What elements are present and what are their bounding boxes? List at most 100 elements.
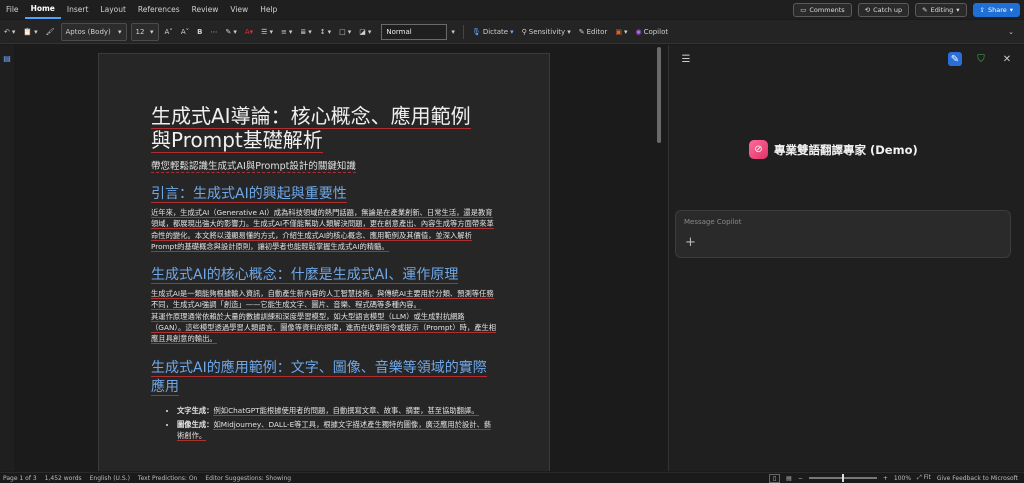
- style-select[interactable]: Normal: [381, 23, 448, 40]
- editor-button[interactable]: ✎ Editor: [575, 23, 612, 41]
- doc-subtitle: 帶您輕鬆認識生成式AI與Prompt設計的關鍵知識: [151, 158, 356, 173]
- font-color-button[interactable]: A▾: [241, 23, 257, 41]
- text-predictions[interactable]: Text Predictions: On: [138, 475, 197, 482]
- comments-button[interactable]: ▭ Comments: [793, 2, 852, 17]
- read-mode-icon[interactable]: ▯: [768, 473, 781, 483]
- paragraph-text: 其運作原理通常依賴於大量的數據訓練和深度學習模型，如大型語言模型（LLM）或生成…: [151, 311, 497, 345]
- undo-button[interactable]: ↶ ▾: [0, 23, 19, 41]
- borders-button[interactable]: □ ▾: [335, 23, 355, 41]
- editor-label: Editor: [586, 27, 608, 36]
- sensitivity-label: Sensitivity: [528, 27, 566, 36]
- zoom-level[interactable]: 100%: [894, 475, 911, 482]
- shading-button[interactable]: ◪ ▾: [355, 23, 375, 41]
- align-icon: ≣: [300, 27, 307, 36]
- chevron-down-icon: ▾: [1009, 5, 1013, 14]
- bucket-icon: ◪: [359, 27, 366, 36]
- list-item-label: 文字生成：: [177, 405, 214, 415]
- catchup-button[interactable]: ⟲ Catch up: [857, 2, 910, 17]
- align-button[interactable]: ≣ ▾: [296, 23, 315, 41]
- editing-button[interactable]: ✎ Editing ▾: [915, 2, 967, 17]
- menu-icon[interactable]: ☰: [679, 52, 693, 66]
- tab-references[interactable]: References: [132, 0, 186, 19]
- section-heading: 引言：生成式AI的興起與重要性: [151, 185, 497, 204]
- more-format-button[interactable]: ⋯: [206, 23, 221, 41]
- tab-home[interactable]: Home: [24, 1, 61, 19]
- dictate-button[interactable]: 🎙 Dictate ▾: [468, 23, 518, 41]
- highlighter-icon: ✎: [225, 27, 232, 36]
- document-area: 生成式AI導論：核心概念、應用範例與Prompt基礎解析 帶您輕鬆認識生成式AI…: [14, 45, 662, 471]
- document-scrollbar[interactable]: [657, 45, 661, 471]
- format-painter-button[interactable]: 🖌: [42, 23, 59, 41]
- copilot-button[interactable]: ◉ Copilot: [631, 23, 672, 41]
- editor-suggestions[interactable]: Editor Suggestions: Showing: [205, 475, 291, 482]
- shrink-font-button[interactable]: A˅: [177, 23, 193, 41]
- style-dropdown[interactable]: ▾: [447, 23, 459, 41]
- list-item: 文字生成：例如ChatGPT能根據使用者的問題，自動撰寫文章、故事、摘要，甚至協…: [177, 405, 497, 416]
- paragraph: 生成式AI是一類能夠根據輸入資訊，自動產生新內容的人工智慧技術。與傳統AI主要用…: [151, 288, 497, 311]
- scrollbar-thumb[interactable]: [657, 47, 661, 143]
- chevron-down-icon: ⌄: [1008, 27, 1014, 36]
- message-input[interactable]: Message Copilot +: [675, 210, 1011, 258]
- add-ins-button[interactable]: ▣ ▾: [611, 23, 631, 41]
- font-family-select[interactable]: Aptos (Body) ▾: [60, 22, 127, 41]
- bullet-list: 文字生成：例如ChatGPT能根據使用者的問題，自動撰寫文章、故事、摘要，甚至協…: [177, 405, 497, 442]
- bold-button[interactable]: B: [193, 23, 206, 41]
- status-bar: Page 1 of 3 1,452 words English (U.S.) T…: [0, 472, 1024, 483]
- microphone-icon: 🎙: [471, 27, 481, 36]
- shield-icon[interactable]: ⛉: [974, 52, 988, 66]
- tab-file[interactable]: File: [0, 0, 25, 19]
- line-spacing-button[interactable]: ↕ ▾: [316, 23, 335, 41]
- print-layout-icon[interactable]: ▤: [786, 475, 792, 482]
- chevron-down-icon: ▾: [956, 5, 960, 14]
- share-button[interactable]: ⇪ Share ▾: [972, 2, 1020, 17]
- zoom-in-button[interactable]: +: [883, 475, 888, 482]
- ribbon-expand-button[interactable]: ⌄: [1004, 23, 1018, 41]
- font-size-select[interactable]: 12 ▾: [130, 22, 159, 41]
- divider: [462, 24, 464, 39]
- section-heading: 生成式AI的應用範例：文字、圖像、音樂等領域的實際應用: [151, 359, 497, 397]
- fit-button[interactable]: ⤢ Fit: [917, 474, 931, 482]
- language[interactable]: English (U.S.): [90, 475, 130, 482]
- highlight-button[interactable]: ✎ ▾: [221, 23, 240, 41]
- list-item-text: 如Midjourney、DALL-E等工具，根據文字描述產生獨特的圖像，廣泛應用…: [177, 419, 492, 442]
- fit-label: Fit: [923, 474, 931, 481]
- tab-layout[interactable]: Layout: [94, 0, 132, 19]
- pencil-icon: ✎: [922, 5, 928, 14]
- tab-review[interactable]: Review: [186, 0, 225, 19]
- add-attachment-icon[interactable]: +: [685, 235, 696, 250]
- zoom-slider[interactable]: [808, 474, 877, 482]
- tab-view[interactable]: View: [224, 0, 254, 19]
- zoom-slider-knob[interactable]: [841, 474, 844, 482]
- bullets-button[interactable]: ☰ ▾: [257, 23, 277, 41]
- zoom-out-button[interactable]: −: [798, 475, 803, 482]
- page-count[interactable]: Page 1 of 3: [3, 475, 37, 482]
- word-count[interactable]: 1,452 words: [45, 475, 82, 482]
- tab-insert[interactable]: Insert: [61, 0, 95, 19]
- catchup-icon: ⟲: [864, 5, 871, 14]
- paragraph-text: 生成式AI是一類能夠根據輸入資訊，自動產生新內容的人工智慧技術。與傳統AI主要用…: [151, 289, 494, 311]
- document-page[interactable]: 生成式AI導論：核心概念、應用範例與Prompt基礎解析 帶您輕鬆認識生成式AI…: [98, 53, 550, 471]
- sensitivity-icon: ⚲: [521, 27, 527, 36]
- grow-font-button[interactable]: A˄: [161, 23, 177, 41]
- border-icon: □: [339, 27, 346, 36]
- undo-icon: ↶: [4, 27, 10, 36]
- fit-icon: ⤢: [917, 474, 922, 481]
- copilot-label: Copilot: [643, 27, 669, 36]
- close-icon[interactable]: ✕: [1000, 52, 1014, 66]
- navigation-rail: ▤: [0, 45, 14, 471]
- share-icon: ⇪: [979, 5, 985, 14]
- feedback-link[interactable]: Give Feedback to Microsoft: [937, 475, 1018, 482]
- numbering-button[interactable]: ≡ ▾: [277, 23, 296, 41]
- copilot-toolbar: ✎ ⛉ ✕: [948, 52, 1014, 66]
- tab-help[interactable]: Help: [254, 0, 283, 19]
- menu-bar: File Home Insert Layout References Revie…: [0, 0, 1024, 19]
- agent-name: 專業雙語翻譯專家 (Demo): [774, 142, 918, 157]
- section-heading-text: 生成式AI的應用範例：文字、圖像、音樂等領域的實際應用: [151, 359, 487, 396]
- navigation-pane-icon[interactable]: ▤: [0, 51, 14, 65]
- paste-button[interactable]: 📋 ▾: [19, 23, 41, 41]
- chevron-down-icon: ▾: [150, 27, 154, 36]
- paragraph: 近年來，生成式AI（Generative AI）成為科技領域的熱門話題，無論是在…: [151, 207, 497, 252]
- doc-title: 生成式AI導論：核心概念、應用範例與Prompt基礎解析: [151, 104, 481, 153]
- sensitivity-button[interactable]: ⚲ Sensitivity ▾: [518, 23, 575, 41]
- new-chat-icon[interactable]: ✎: [948, 52, 962, 66]
